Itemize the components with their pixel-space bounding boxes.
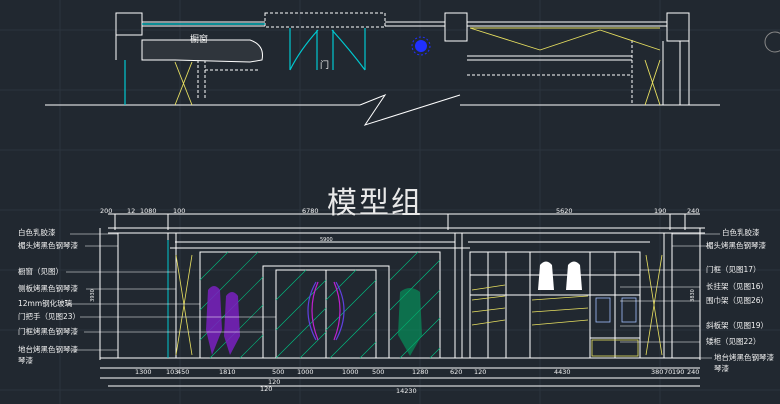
dim-bottom-0: 1300 <box>135 368 152 376</box>
cad-drawing-canvas: 模型组 橱窗 门 200 12 1080 100 6780 5620 190 2… <box>0 0 780 404</box>
dim-total: 14230 <box>396 387 417 395</box>
dim-top-3: 100 <box>173 207 186 215</box>
dim-height-1: 3830 <box>689 289 696 302</box>
right-label-7b: 琴漆 <box>714 364 729 373</box>
dim-bottom-3: 1810 <box>219 368 236 376</box>
dim-bottom-2: 450 <box>177 368 190 376</box>
leaders <box>66 233 720 359</box>
dim-top-7: 240 <box>687 207 700 215</box>
left-label-7b: 琴漆 <box>18 356 33 365</box>
door-label: 门 <box>320 61 330 71</box>
left-label-1: 楣头烤黑色钢琴漆 <box>18 241 78 250</box>
shelf-mannequins <box>538 261 582 290</box>
shirts <box>595 297 637 323</box>
dim-bottom-4: 500 <box>272 368 285 376</box>
dim-bottom-7: 500 <box>372 368 385 376</box>
right-label-7: 地台烤黑色钢琴漆 <box>714 353 774 362</box>
right-label-1: 楣头烤黑色钢琴漆 <box>706 241 766 250</box>
dim-bottom-15: 240 <box>687 368 700 376</box>
left-label-2: 橱窗（见图） <box>18 267 63 276</box>
drawing-title: 模型组 <box>327 186 423 221</box>
dim-top-0: 200 <box>100 207 113 215</box>
dim-bottom-9: 620 <box>450 368 463 376</box>
dim-bottom-8: 1280 <box>412 368 429 376</box>
dim-inner-0: 5900 <box>320 237 333 243</box>
dim-sub-1: 120 <box>260 385 273 393</box>
mannequin-green <box>398 288 422 356</box>
dim-height-0: 3930 <box>89 289 96 302</box>
dim-bottom-6: 1000 <box>342 368 359 376</box>
dim-bottom-14: 190 <box>672 368 685 376</box>
left-label-5: 门把手（见图23） <box>18 312 81 321</box>
right-label-6: 矮柜（见图22） <box>706 337 761 346</box>
corner-circle <box>764 31 780 53</box>
left-label-4: 12mm钢化玻璃 <box>18 299 73 308</box>
dim-bottom-5: 1000 <box>297 368 314 376</box>
blue-marker <box>415 40 427 52</box>
window-label: 橱窗 <box>190 35 209 45</box>
dim-top-2: 1080 <box>140 207 157 215</box>
dim-bottom-10: 120 <box>474 368 487 376</box>
right-label-0: 白色乳胶漆 <box>722 228 760 237</box>
left-label-0: 白色乳胶漆 <box>18 228 56 237</box>
dim-bottom-12: 380 <box>651 368 664 376</box>
right-label-3: 长挂架（见图16） <box>706 282 769 291</box>
right-label-5: 斜板架（见图19） <box>706 321 769 330</box>
dim-top-5: 5620 <box>556 207 573 215</box>
dim-bottom-11: 4430 <box>554 368 571 376</box>
left-label-6: 门框烤黑色钢琴漆 <box>18 327 78 336</box>
left-label-3: 侧板烤黑色钢琴漆 <box>18 284 78 293</box>
right-label-2: 门框（见图17） <box>706 265 761 274</box>
left-label-7: 地台烤黑色钢琴漆 <box>18 345 78 354</box>
dim-top-4: 6780 <box>302 207 319 215</box>
dim-top-6: 190 <box>654 207 667 215</box>
dim-top-1: 12 <box>127 207 136 215</box>
right-label-4: 围巾架（见图26） <box>706 296 769 305</box>
